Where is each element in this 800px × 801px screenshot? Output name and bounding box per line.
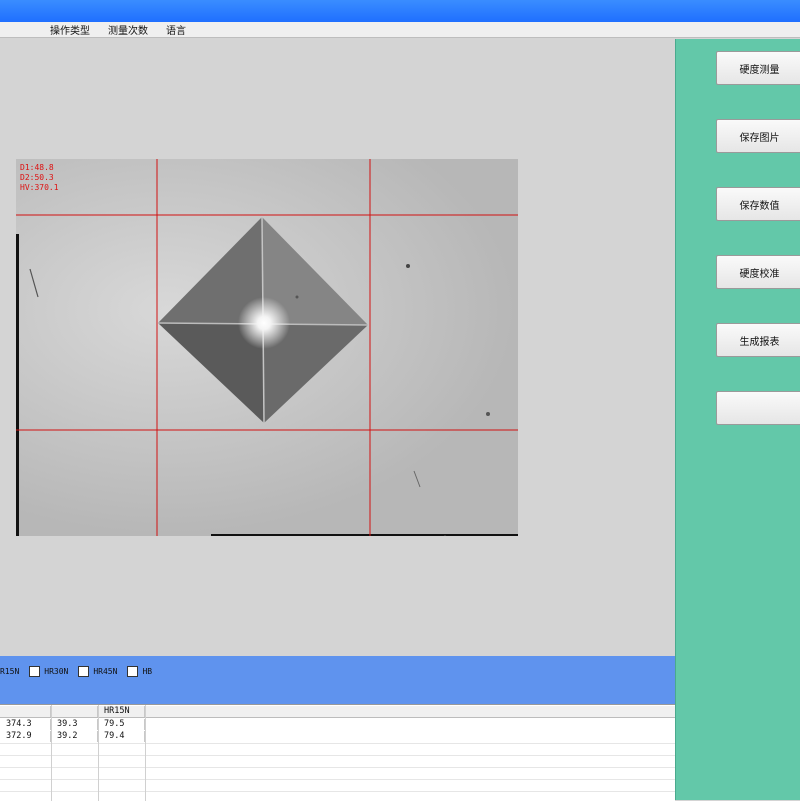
side-button-6[interactable]: [716, 391, 800, 425]
indentation-overlay: [16, 159, 518, 536]
menu-item-measurement-count[interactable]: 测量次数: [108, 22, 148, 37]
menu-bar: 操作类型 测量次数 语言: [0, 22, 800, 38]
table-header-hr15n: HR15N: [98, 706, 145, 717]
generate-report-button[interactable]: 生成报表: [716, 323, 800, 357]
table-row[interactable]: 374.3 39.3 79.5: [0, 719, 675, 730]
microscope-image[interactable]: D1:48.8 D2:50.3 HV:370.1: [16, 159, 518, 536]
save-image-button[interactable]: 保存图片: [716, 119, 800, 153]
menu-item-language[interactable]: 语言: [166, 22, 186, 37]
table-cell: 79.4: [98, 731, 145, 742]
measurement-readout: D1:48.8 D2:50.3 HV:370.1: [20, 163, 59, 193]
table-header-col2: [51, 706, 98, 717]
table-header: HR15N: [0, 706, 675, 718]
table-cell: 79.5: [98, 719, 145, 730]
checkbox-hr45n[interactable]: [78, 666, 90, 677]
readout-d1: D1:48.8: [20, 163, 54, 172]
results-table: HR15N 374.3 39.3 79.5 372.9 39.2 79.4: [0, 704, 675, 801]
scale-label-hr45n: HR45N: [93, 667, 118, 676]
hardness-calibration-button[interactable]: 硬度校准: [716, 255, 800, 289]
save-values-button[interactable]: 保存数值: [716, 187, 800, 221]
title-bar: [0, 0, 800, 22]
scale-checkboxes: R15N HR30N HR45N HB: [0, 666, 152, 677]
table-header-col1: [0, 706, 51, 717]
table-row[interactable]: 372.9 39.2 79.4: [0, 731, 675, 742]
scale-label-hr30n: HR30N: [44, 667, 69, 676]
scale-label-r15n: R15N: [0, 667, 20, 676]
table-cell: 39.2: [51, 731, 98, 742]
scale-label-hb: HB: [142, 667, 153, 676]
control-panel: 硬度测量 保存图片 保存数值 硬度校准 生成报表: [675, 39, 800, 800]
table-cell: 374.3: [0, 719, 51, 730]
menu-item-operation-type[interactable]: 操作类型: [50, 22, 90, 37]
table-cell: 372.9: [0, 731, 51, 742]
scale-selection-bar: [0, 656, 675, 704]
readout-hv: HV:370.1: [20, 183, 59, 192]
readout-d2: D2:50.3: [20, 173, 54, 182]
table-cell: 39.3: [51, 719, 98, 730]
checkbox-hb[interactable]: [127, 666, 139, 677]
hardness-measure-button[interactable]: 硬度测量: [716, 51, 800, 85]
checkbox-hr30n[interactable]: [29, 666, 41, 677]
